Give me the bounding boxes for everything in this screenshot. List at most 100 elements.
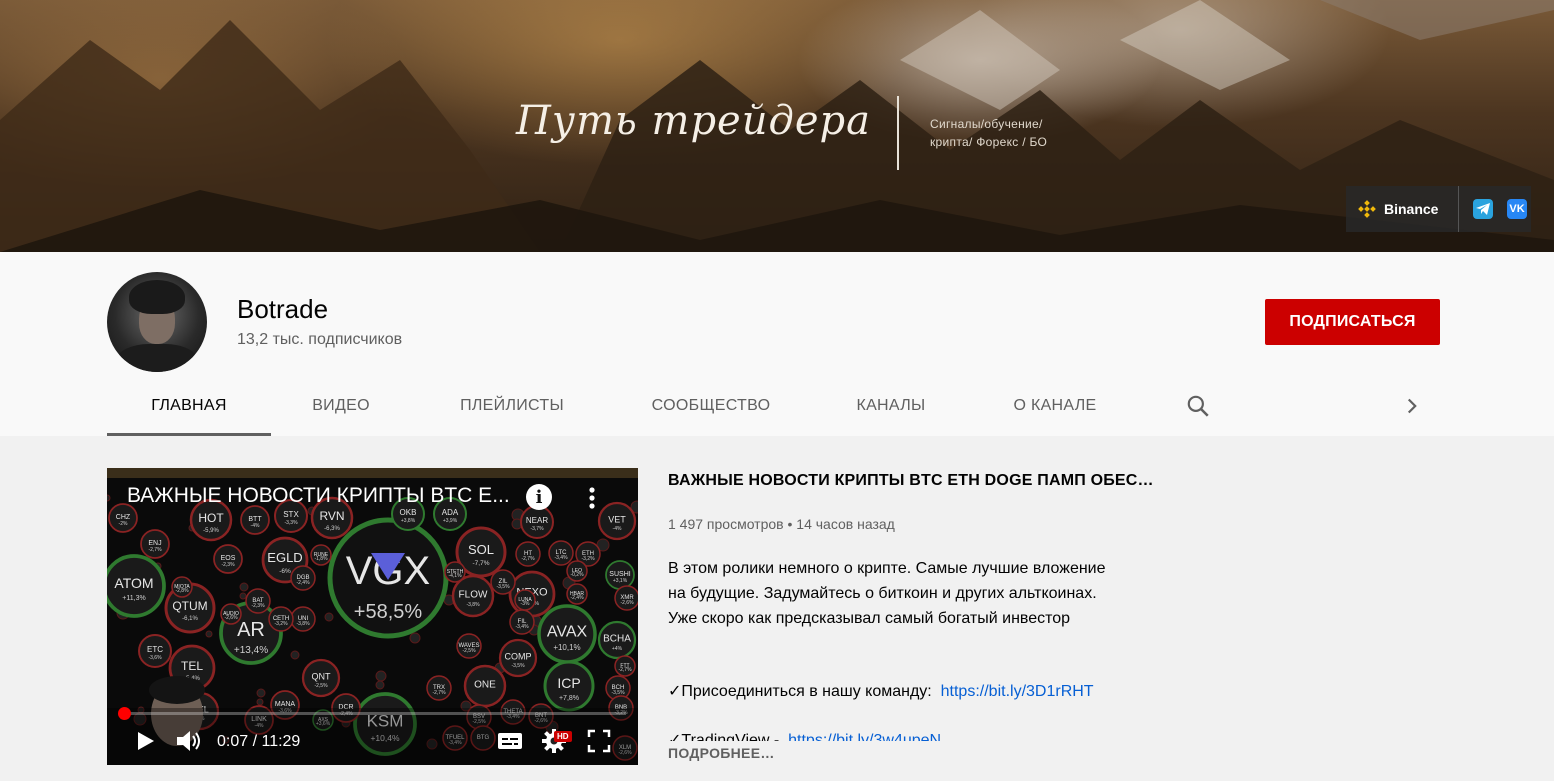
- coin-change: -2%: [119, 521, 128, 527]
- coin-symbol: EGLD: [267, 550, 302, 565]
- coin-bubble: ETC-3,6%: [138, 634, 172, 668]
- background-bubble: [239, 582, 249, 592]
- background-bubble: [409, 632, 421, 644]
- tab-videos[interactable]: ВИДЕО: [291, 377, 391, 436]
- binance-link[interactable]: Binance: [1346, 200, 1450, 218]
- coin-change: -0,2%: [570, 572, 584, 578]
- coin-bubble: WAVES-2,5%: [456, 633, 482, 659]
- crypto-bubbles-thumbnail: VGX+58,5%ATOM+11,3%AR+13,4%KSM+10,4%AVAX…: [107, 494, 638, 765]
- coin-symbol: RVN: [319, 509, 344, 523]
- coin-bubble: VET -4%: [597, 501, 637, 541]
- coin-bubble: CHZ-2%: [108, 503, 138, 533]
- avatar[interactable]: [107, 272, 207, 372]
- coin-symbol: ATOM: [114, 575, 153, 591]
- coin-symbol: SOL: [468, 542, 494, 557]
- coin-bubble: LUNA-3%: [514, 589, 536, 611]
- coin-symbol: AR: [237, 619, 265, 641]
- coin-bubble: ONE: [463, 664, 507, 708]
- coin-change: -3,7%: [530, 526, 544, 532]
- coin-bubble: LEO-0,2%: [566, 560, 588, 582]
- player-title[interactable]: ВАЖНЫЕ НОВОСТИ КРИПТЫ BTC E...: [127, 484, 510, 508]
- coin-bubble: ATOM +11,3%: [107, 554, 166, 618]
- coin-change: +4%: [612, 646, 623, 652]
- coin-bubble: QNT -2,5%: [301, 658, 341, 698]
- coin-change: -2,4%: [570, 595, 584, 601]
- background-bubble: [375, 680, 385, 690]
- progress-bar[interactable]: [118, 707, 626, 720]
- tab-channels[interactable]: КАНАЛЫ: [835, 377, 947, 436]
- chevron-right-icon[interactable]: [1399, 393, 1425, 419]
- tab-about[interactable]: О КАНАЛЕ: [995, 377, 1115, 436]
- coin-change: -3,4%: [554, 555, 568, 561]
- subscriber-count: 13,2 тыс. подписчиков: [237, 331, 403, 348]
- time-display: 0:07 / 11:29: [217, 733, 301, 750]
- more-vert-icon[interactable]: [585, 484, 599, 512]
- coin-change: -2,4%: [296, 580, 310, 586]
- coin-bubble: ENJ-2,7%: [140, 529, 170, 559]
- coin-change: -2,7%: [618, 667, 632, 673]
- volume-icon[interactable]: [175, 726, 203, 756]
- video-title[interactable]: ВАЖНЫЕ НОВОСТИ КРИПТЫ BTC ETH DOGE ПАМП …: [668, 472, 1154, 490]
- coin-bubble: HBAR-2,4%: [566, 583, 588, 605]
- coin-bubble: FIL-3,4%: [509, 609, 535, 635]
- tab-home[interactable]: ГЛАВНАЯ: [107, 377, 271, 436]
- background-bubble: [205, 630, 213, 638]
- coin-change: -3,3%: [284, 520, 298, 526]
- coin-symbol: TEL: [181, 659, 203, 673]
- coin-change: -3%: [521, 601, 530, 607]
- coin-bubble: STETH-4,1%: [444, 561, 466, 583]
- coin-change: +11,3%: [122, 595, 145, 602]
- search-icon[interactable]: [1185, 393, 1211, 419]
- coin-bubble: AUDIO-2,6%: [220, 603, 242, 625]
- coin-bubble: FLOW-3,8%: [451, 574, 495, 618]
- vk-icon[interactable]: VK: [1507, 199, 1527, 219]
- background-bubble: [375, 670, 387, 682]
- channel-banner: Путь трейдера Сигналы/обучение/ крипта/ …: [0, 0, 1554, 252]
- play-icon[interactable]: [135, 726, 157, 756]
- coin-change: -2,7%: [148, 547, 162, 553]
- background-bubble: [290, 650, 300, 660]
- background-bubble: [256, 698, 264, 706]
- coin-change: -7,7%: [473, 560, 490, 567]
- channel-tabs: ГЛАВНАЯ ВИДЕО ПЛЕЙЛИСТЫ СООБЩЕСТВО КАНАЛ…: [107, 377, 1437, 436]
- banner-tagline: Сигналы/обучение/ крипта/ Форекс / БО: [930, 115, 1047, 151]
- subtitles-icon[interactable]: [497, 726, 523, 756]
- info-icon[interactable]: i: [526, 484, 552, 510]
- binance-link-label: Binance: [1384, 201, 1439, 217]
- coin-change: -3,4%: [515, 624, 529, 630]
- show-more-button[interactable]: ПОДРОБНЕЕ…: [668, 745, 775, 761]
- video-player[interactable]: VGX+58,5%ATOM+11,3%AR+13,4%KSM+10,4%AVAX…: [107, 468, 638, 765]
- coin-bubble: BCHA+4%: [597, 620, 637, 660]
- video-description: В этом ролики немного о крипте. Самые лу…: [668, 556, 1188, 631]
- join-team-link[interactable]: https://bit.ly/3D1rRHT: [941, 683, 1094, 700]
- coin-change: -2,6%: [620, 600, 634, 606]
- coin-bubble: UNI-3,8%: [290, 606, 316, 632]
- fullscreen-icon[interactable]: [587, 726, 611, 756]
- join-team-label: ✓Присоединиться в нашу команду:: [668, 683, 932, 700]
- coin-symbol: VET: [608, 514, 626, 524]
- subscribe-button[interactable]: ПОДПИСАТЬСЯ: [1265, 299, 1440, 345]
- coin-change: -3,8%: [466, 602, 480, 608]
- telegram-icon[interactable]: [1473, 199, 1493, 219]
- tab-community[interactable]: СООБЩЕСТВО: [631, 377, 791, 436]
- featured-video-section: VGX+58,5%ATOM+11,3%AR+13,4%KSM+10,4%AVAX…: [0, 436, 1554, 781]
- background-bubble: [239, 592, 247, 600]
- coin-symbol: STX: [283, 510, 299, 519]
- hd-badge: HD: [554, 731, 572, 742]
- coin-bubble: ICP +7,8%: [543, 660, 595, 712]
- coin-change: -3,5%: [511, 663, 525, 669]
- coin-change: -2,7%: [432, 690, 446, 696]
- tab-playlists[interactable]: ПЛЕЙЛИСТЫ: [437, 377, 587, 436]
- coin-change: -6,1%: [182, 616, 198, 622]
- join-team-line: ✓Присоединиться в нашу команду: https://…: [668, 681, 1094, 701]
- coin-symbol: HOT: [198, 511, 224, 525]
- presenter-hair: [149, 676, 205, 704]
- video-meta: 1 497 просмотров • 14 часов назад: [668, 516, 895, 532]
- coin-change: -3,2%: [581, 556, 595, 562]
- coin-change: -2,7%: [521, 556, 535, 562]
- coin-change: -4%: [251, 523, 260, 529]
- coin-bubble: NEAR-3,7%: [520, 505, 554, 539]
- description-line: Уже скоро как предсказывал самый богатый…: [668, 610, 1071, 627]
- tradingview-link[interactable]: https://bit.ly/3w4upeN: [788, 732, 941, 741]
- coin-symbol: ICP: [557, 675, 580, 691]
